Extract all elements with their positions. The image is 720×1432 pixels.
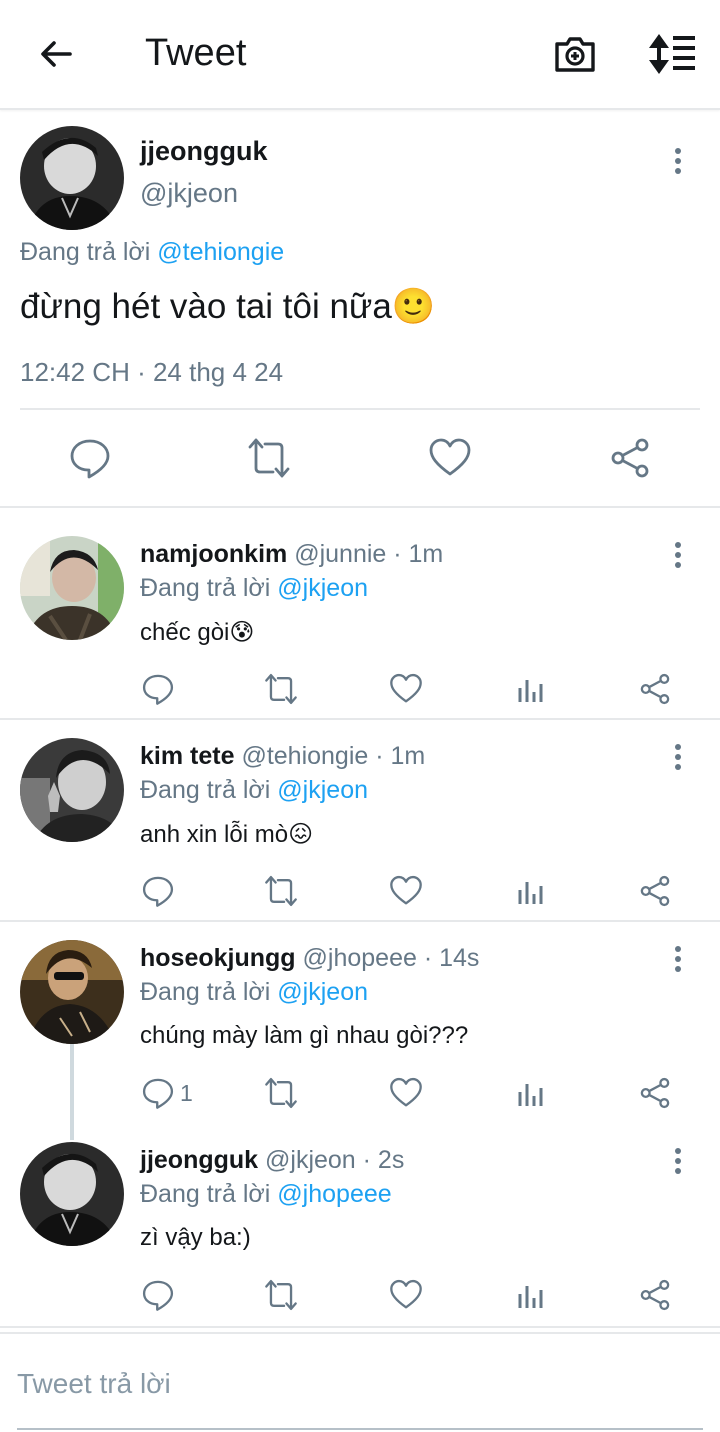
reply-tweet[interactable]: kim tete @tehiongie · 1m Đang trả lời @j… <box>0 712 720 922</box>
page-title: Tweet <box>145 32 247 74</box>
reply-icon[interactable] <box>140 1278 176 1312</box>
author-handle-time[interactable]: @junnie · 1m <box>294 540 443 568</box>
like-heart-icon[interactable] <box>388 672 424 706</box>
analytics-bars-icon[interactable] <box>513 672 549 706</box>
replying-to-link[interactable]: @jhopeee <box>277 1180 391 1208</box>
avatar[interactable] <box>20 536 124 640</box>
replying-to: Đang trả lời @jhopeee <box>140 1180 392 1209</box>
retweet-icon[interactable] <box>263 874 299 908</box>
like-heart-icon[interactable] <box>428 436 472 480</box>
reply-icon[interactable] <box>140 874 176 908</box>
reply-text: anh xin lỗi mò😖 <box>140 821 314 848</box>
share-icon[interactable] <box>637 874 673 908</box>
reply-text: chếc gòi😰 <box>140 619 255 646</box>
analytics-bars-icon[interactable] <box>513 1278 549 1312</box>
replying-to: Đang trả lời @jkjeon <box>140 978 368 1007</box>
analytics-bars-icon[interactable] <box>513 1076 549 1110</box>
reply-icon[interactable] <box>68 436 112 480</box>
replying-prefix: Đang trả lời <box>140 978 271 1006</box>
divider <box>20 408 700 410</box>
replying-prefix: Đang trả lời <box>140 776 271 804</box>
more-options-icon[interactable] <box>660 742 696 772</box>
reply-count: 1 <box>180 1080 193 1106</box>
tweet-timestamp: 12:42 CH · 24 thg 4 24 <box>20 357 284 387</box>
avatar[interactable] <box>20 940 124 1044</box>
reply-tweet[interactable]: jjeongguk @jkjeon · 2s Đang trả lời @jho… <box>0 1116 720 1328</box>
share-icon[interactable] <box>637 672 673 706</box>
replying-prefix: Đang trả lời <box>140 574 271 602</box>
reply-header: jjeongguk @jkjeon · 2s <box>140 1146 404 1175</box>
like-heart-icon[interactable] <box>388 874 424 908</box>
sort-replies-icon[interactable] <box>645 30 699 78</box>
reply-compose-bar[interactable]: Tweet trả lời <box>0 1332 720 1432</box>
more-options-icon[interactable] <box>660 146 696 176</box>
more-options-icon[interactable] <box>660 944 696 974</box>
replying-prefix: Đang trả lời <box>140 1180 271 1208</box>
replying-to: Đang trả lời @jkjeon <box>140 776 368 805</box>
replying-to-link[interactable]: @jkjeon <box>277 574 368 602</box>
retweet-icon[interactable] <box>263 1278 299 1312</box>
main-tweet: jjeongguk @jkjeon Đang trả lời @tehiongi… <box>0 112 720 508</box>
like-heart-icon[interactable] <box>388 1278 424 1312</box>
share-icon[interactable] <box>637 1278 673 1312</box>
reply-actions <box>0 666 720 710</box>
reply-actions <box>0 868 720 912</box>
more-options-icon[interactable] <box>660 1146 696 1176</box>
reply-actions <box>0 1272 720 1316</box>
tweet-text: đừng hét vào tai tôi nữa🙂 <box>20 287 436 326</box>
avatar[interactable] <box>20 126 124 230</box>
reply-header: kim tete @tehiongie · 1m <box>140 742 425 771</box>
reply-actions: 1 <box>0 1070 720 1114</box>
author-name[interactable]: jjeongguk <box>140 1146 258 1174</box>
retweet-icon[interactable] <box>263 672 299 706</box>
replying-to: Đang trả lời @tehiongie <box>20 238 284 267</box>
reply-icon[interactable] <box>140 1076 176 1110</box>
author-handle-time[interactable]: @tehiongie · 1m <box>241 742 425 770</box>
camera-add-icon[interactable] <box>551 30 599 78</box>
replying-to: Đang trả lời @jkjeon <box>140 574 368 603</box>
avatar[interactable] <box>20 738 124 842</box>
replying-prefix: Đang trả lời <box>20 238 151 266</box>
share-icon[interactable] <box>608 436 652 480</box>
reply-text: zì vậy ba:) <box>140 1224 251 1251</box>
reply-tweet[interactable]: hoseokjungg @jhopeee · 14s Đang trả lời … <box>0 914 720 1116</box>
reply-tweet[interactable]: namjoonkim @junnie · 1m Đang trả lời @jk… <box>0 510 720 720</box>
author-name[interactable]: kim tete <box>140 742 234 770</box>
reply-header: hoseokjungg @jhopeee · 14s <box>140 944 479 973</box>
like-heart-icon[interactable] <box>388 1076 424 1110</box>
replying-to-link[interactable]: @jkjeon <box>277 978 368 1006</box>
retweet-icon[interactable] <box>247 436 291 480</box>
replying-to-link[interactable]: @jkjeon <box>277 776 368 804</box>
author-handle-time[interactable]: @jkjeon · 2s <box>265 1146 404 1174</box>
author-name[interactable]: jjeongguk <box>140 136 268 167</box>
top-app-bar: Tweet <box>0 0 720 110</box>
share-icon[interactable] <box>637 1076 673 1110</box>
retweet-icon[interactable] <box>263 1076 299 1110</box>
reply-text: chúng mày làm gì nhau gòi??? <box>140 1022 469 1049</box>
author-name[interactable]: namjoonkim <box>140 540 287 568</box>
more-options-icon[interactable] <box>660 540 696 570</box>
analytics-bars-icon[interactable] <box>513 874 549 908</box>
reply-input-placeholder[interactable]: Tweet trả lời <box>17 1368 171 1400</box>
author-handle-time[interactable]: @jhopeee · 14s <box>303 944 480 972</box>
input-underline <box>17 1428 703 1430</box>
back-arrow-icon[interactable] <box>34 32 78 76</box>
replying-to-link[interactable]: @tehiongie <box>157 238 284 266</box>
reply-header: namjoonkim @junnie · 1m <box>140 540 443 569</box>
reply-icon[interactable] <box>140 672 176 706</box>
author-name[interactable]: hoseokjungg <box>140 944 296 972</box>
author-handle[interactable]: @jkjeon <box>140 178 238 209</box>
avatar[interactable] <box>20 1142 124 1246</box>
